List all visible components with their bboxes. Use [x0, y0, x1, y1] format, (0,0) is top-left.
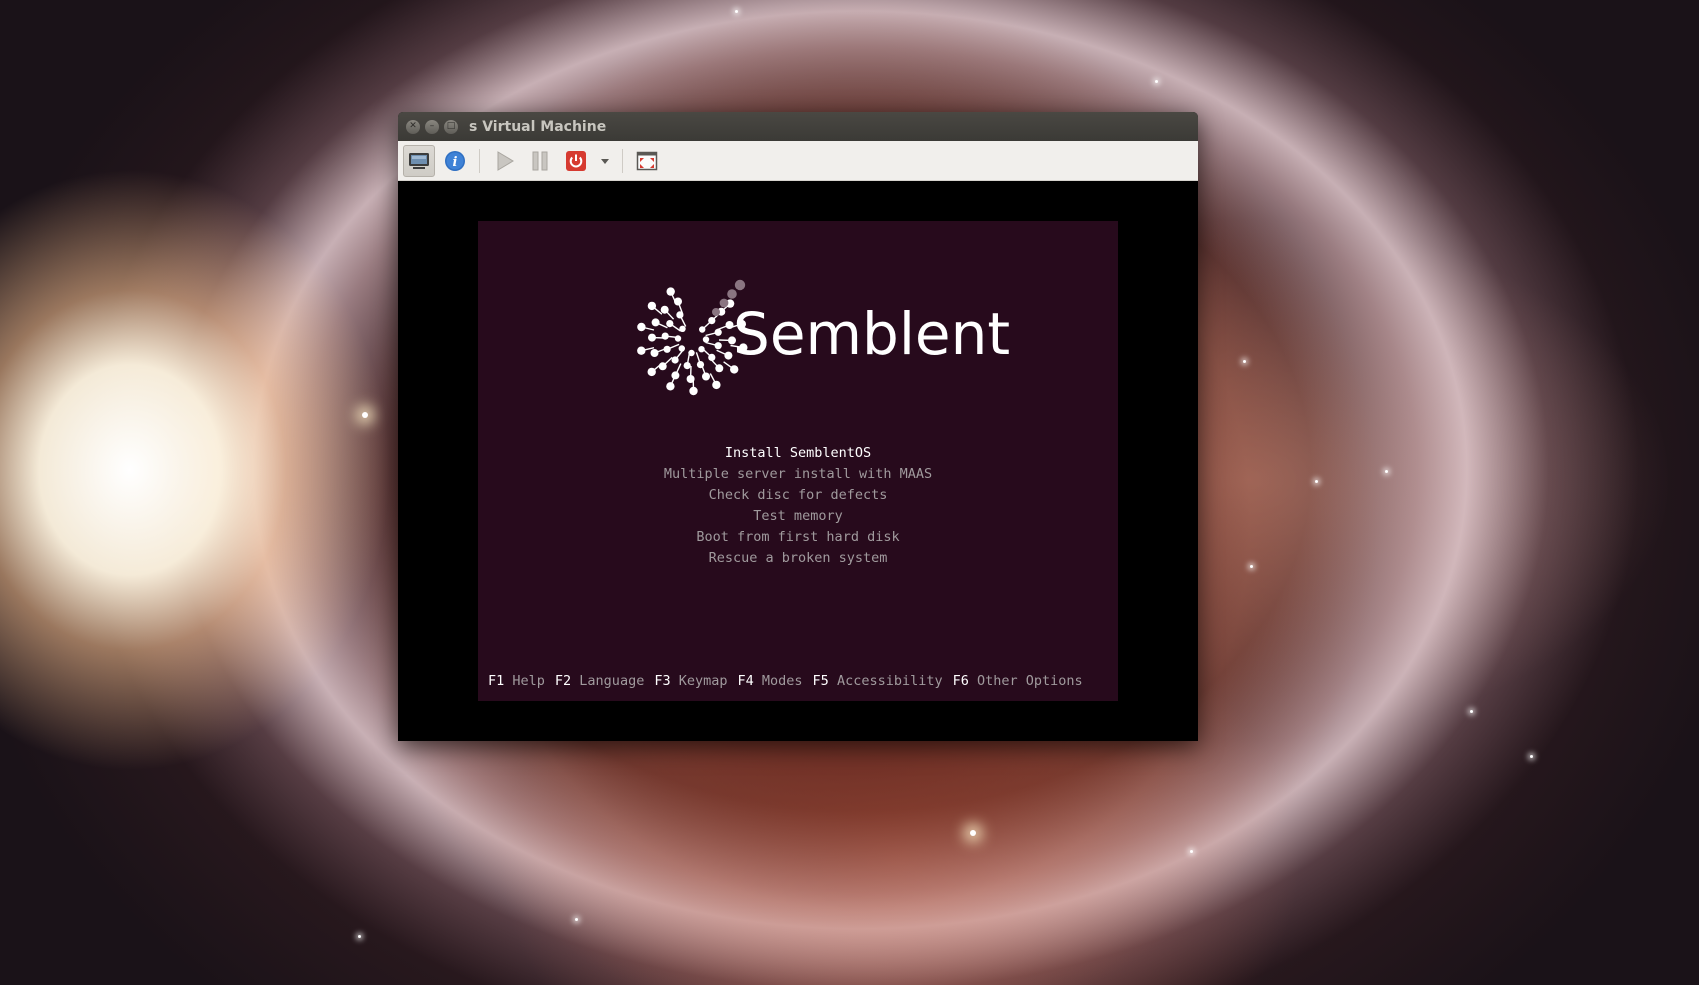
toolbar-separator [622, 148, 623, 173]
function-key-bar: F1 Help F2 Language F3 Keymap F4 Modes F5 Ac… [488, 673, 1093, 689]
fkey-f6[interactable]: F6 Other Options [953, 673, 1083, 689]
logo-line [709, 358, 720, 369]
logo-dot [724, 351, 733, 360]
star [1250, 565, 1253, 568]
chevron-down-icon [601, 158, 609, 164]
star [358, 935, 361, 938]
star [1385, 470, 1388, 473]
fkey-f3[interactable]: F3 Keymap [654, 673, 727, 689]
fkey-f4[interactable]: F4 Modes [738, 673, 803, 689]
fkey-key: F1 [488, 673, 505, 689]
pause-icon [532, 151, 548, 170]
star [575, 918, 578, 921]
fkey-label: Accessibility [828, 673, 943, 689]
maximize-icon: □ [446, 121, 456, 131]
close-icon: ✕ [409, 121, 417, 131]
maximize-button[interactable]: □ [444, 119, 458, 134]
vm-console[interactable]: Semblent Install SemblentOS Multiple serv… [398, 181, 1198, 741]
star [970, 830, 976, 836]
window-title: s Virtual Machine [469, 118, 607, 135]
boot-menu-item[interactable]: Boot from first hard disk [478, 527, 1118, 548]
logo-dot [712, 380, 721, 390]
close-button[interactable]: ✕ [406, 119, 420, 134]
minimize-button[interactable]: – [425, 119, 439, 134]
star [1155, 80, 1158, 83]
pause-button[interactable] [524, 145, 556, 177]
show-console-button[interactable] [403, 144, 435, 177]
fkey-f2[interactable]: F2 Language [555, 673, 644, 689]
fullscreen-icon [636, 151, 658, 170]
star [1190, 850, 1193, 853]
fkey-f1[interactable]: F1 Help [488, 673, 545, 689]
info-icon: i [445, 150, 465, 171]
svg-text:i: i [453, 155, 458, 170]
monitor-icon [409, 152, 429, 169]
logo-dot [651, 318, 660, 327]
minimize-icon: – [429, 121, 435, 131]
title-bar[interactable]: ✕ – □ s Virtual Machine [398, 112, 1198, 141]
fkey-key: F2 [554, 673, 572, 689]
star [362, 412, 368, 418]
fkey-f5[interactable]: F5 Accessibility [813, 673, 943, 689]
power-icon [566, 150, 586, 171]
logo-dot [719, 298, 729, 308]
star [1243, 360, 1246, 363]
toolbar-separator [479, 148, 480, 173]
logo-line [662, 356, 673, 367]
boot-menu-item[interactable]: Check disc for defects [478, 485, 1118, 506]
logo-line [701, 320, 713, 331]
logo-line [674, 349, 684, 361]
fkey-label: Modes [753, 673, 803, 689]
fkey-label: Other Options [968, 673, 1083, 689]
shutdown-button[interactable] [560, 145, 592, 177]
logo-line [651, 305, 663, 315]
logo-line [664, 309, 675, 320]
logo-line [669, 323, 681, 332]
star [1470, 710, 1473, 713]
boot-menu-item[interactable]: Install SemblentOS [478, 443, 1118, 464]
logo-dot [702, 336, 710, 343]
star [1315, 480, 1318, 483]
boot-menu-item[interactable]: Rescue a broken system [478, 548, 1118, 569]
fkey-label: Language [571, 673, 645, 689]
fkey-label: Help [504, 673, 545, 689]
logo-dot [727, 289, 737, 299]
boot-screen: Semblent Install SemblentOS Multiple serv… [478, 221, 1118, 701]
boot-menu: Install SemblentOS Multiple server instal… [478, 443, 1118, 569]
shutdown-menu-button[interactable] [596, 145, 614, 177]
logo-dot [734, 279, 746, 291]
show-details-button[interactable]: i [439, 145, 471, 177]
fkey-key: F3 [654, 673, 671, 689]
logo-dot [674, 335, 682, 342]
boot-menu-item[interactable]: Multiple server install with MAAS [478, 464, 1118, 485]
fkey-key: F4 [737, 673, 754, 689]
fullscreen-button[interactable] [631, 145, 663, 177]
logo-dot [666, 287, 675, 296]
vm-window: ✕ – □ s Virtual Machine i Semblent Insta… [398, 112, 1198, 741]
logo-dot [712, 308, 720, 316]
star [735, 10, 738, 13]
logo-line [701, 347, 713, 358]
fkey-label: Keymap [670, 673, 728, 689]
boot-menu-item[interactable]: Test memory [478, 506, 1118, 527]
star [1530, 755, 1533, 758]
play-icon [497, 150, 514, 171]
run-button[interactable] [488, 145, 520, 177]
logo-wordmark: Semblent [733, 300, 1011, 368]
fkey-key: F6 [952, 673, 969, 689]
toolbar: i [398, 141, 1198, 181]
fkey-key: F5 [812, 673, 829, 689]
